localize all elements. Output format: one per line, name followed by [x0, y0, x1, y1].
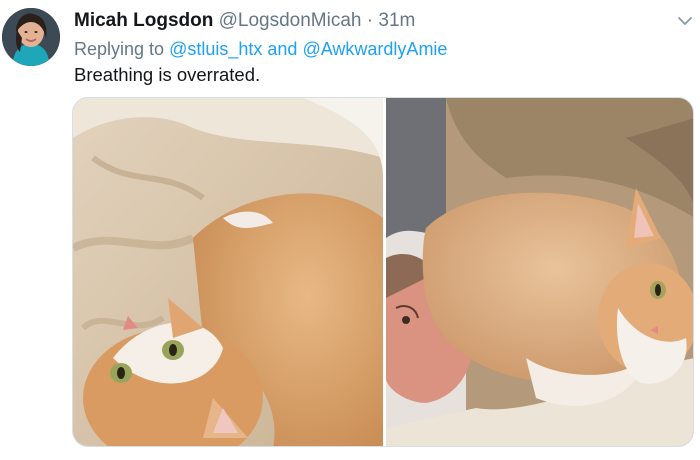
replying-to-line: Replying to @stluis_htx and @AwkwardlyAm…	[74, 38, 447, 60]
tweet-media-grid	[72, 97, 694, 447]
tweet-photo[interactable]	[386, 98, 693, 446]
author-handle[interactable]: @LogsdonMicah	[219, 10, 362, 31]
tweet-text: Breathing is overrated.	[74, 64, 261, 85]
chevron-down-icon[interactable]	[674, 10, 696, 32]
reply-conjunction: and	[267, 39, 298, 59]
separator-dot: ·	[366, 10, 374, 31]
avatar-image	[2, 8, 60, 66]
reply-mention-link[interactable]: @stluis_htx	[169, 39, 262, 59]
tweet-header: Micah Logsdon @LogsdonMicah · 31m	[74, 9, 415, 33]
author-name[interactable]: Micah Logsdon	[74, 10, 213, 31]
tweet-timestamp[interactable]: 31m	[378, 10, 415, 31]
reply-mention-link[interactable]: @AwkwardlyAmie	[302, 39, 447, 59]
tweet-photo[interactable]	[73, 98, 383, 446]
replying-to-label: Replying to	[74, 39, 165, 59]
avatar[interactable]	[2, 8, 60, 66]
